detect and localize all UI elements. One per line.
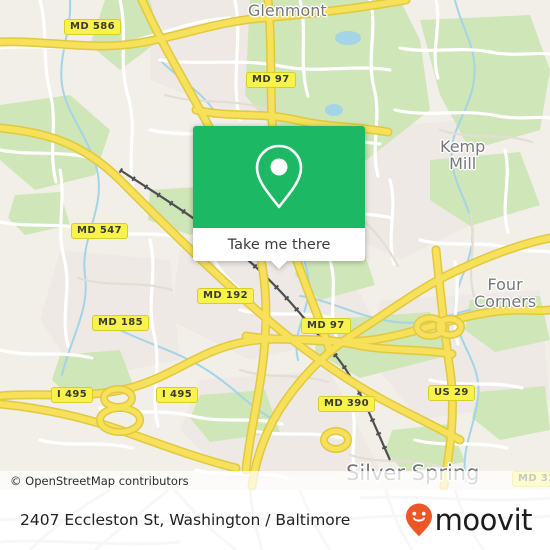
highway-shield: MD 97 — [301, 318, 351, 334]
destination-popup-card[interactable]: Take me there — [193, 126, 365, 269]
footer-bar: 2407 Eccleston St, Washington / Baltimor… — [0, 490, 550, 550]
highway-shield: MD 185 — [92, 315, 150, 331]
osm-attribution[interactable]: © OpenStreetMap contributors — [0, 471, 550, 490]
highway-shield: I 495 — [51, 387, 94, 403]
moovit-logo[interactable]: moovit — [404, 502, 533, 538]
highway-shield: MD 547 — [71, 223, 129, 239]
popup-footer[interactable]: Take me there — [193, 228, 365, 261]
popup-pointer-tail — [270, 260, 288, 269]
highway-shield: MD 192 — [197, 288, 255, 304]
address-label: 2407 Eccleston St, Washington / Baltimor… — [20, 511, 351, 529]
map-canvas[interactable]: Glenmont Kemp Mill Four Corners Silver S… — [0, 0, 550, 490]
highway-shield: MD 586 — [64, 19, 122, 35]
highway-shield: I 495 — [156, 387, 199, 403]
osm-attribution-text: © OpenStreetMap contributors — [10, 473, 189, 488]
highway-shield: MD 97 — [246, 72, 296, 88]
popup-header — [193, 126, 365, 228]
location-pin-icon — [255, 144, 303, 209]
moovit-map-screenshot: Glenmont Kemp Mill Four Corners Silver S… — [0, 0, 550, 550]
moovit-smiley-pin-icon — [405, 503, 432, 537]
take-me-there-button[interactable]: Take me there — [228, 237, 331, 253]
highway-shield: MD 390 — [318, 396, 376, 412]
moovit-wordmark: moovit — [434, 502, 533, 537]
highway-shield: US 29 — [428, 385, 475, 401]
